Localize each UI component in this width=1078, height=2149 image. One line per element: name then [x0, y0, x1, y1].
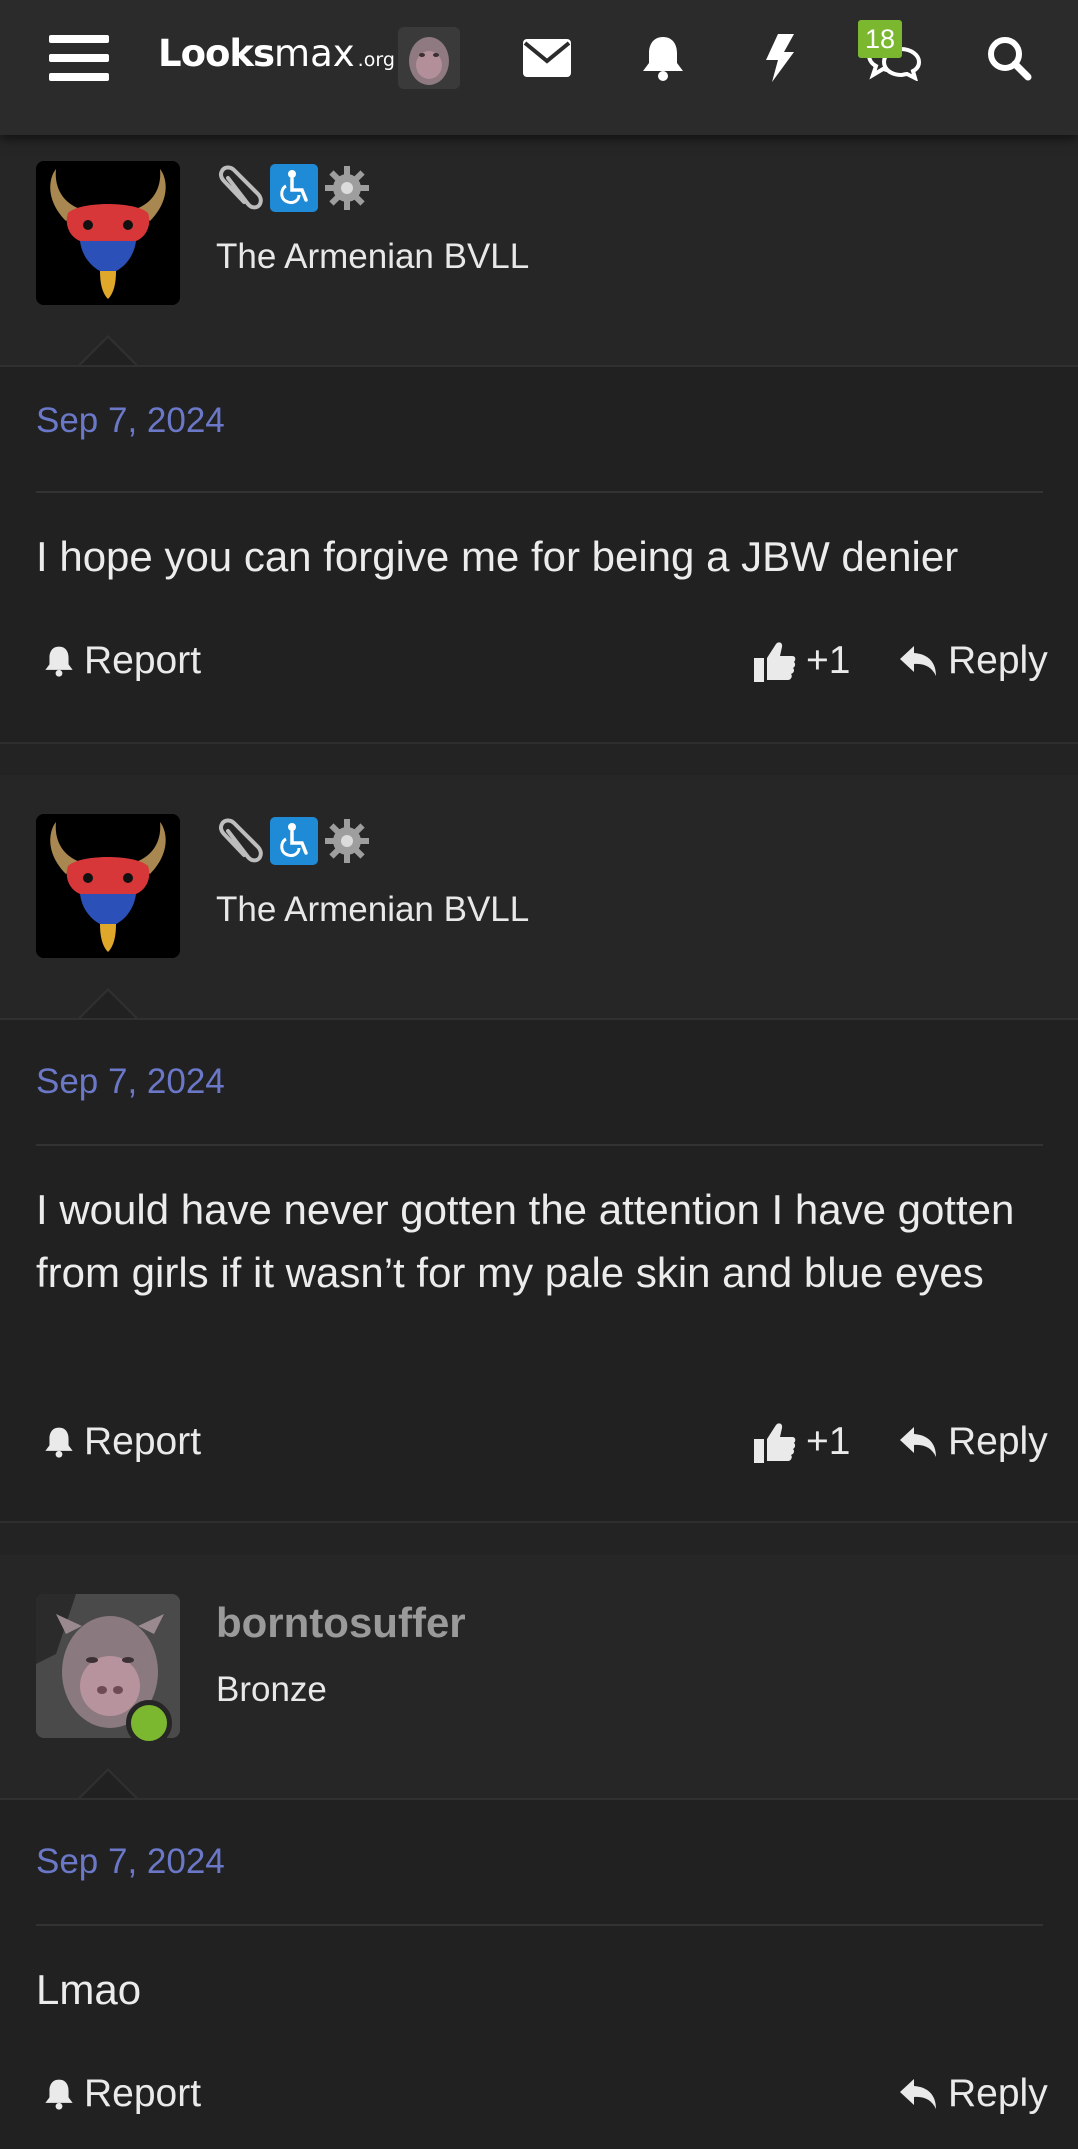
post-divider — [36, 1144, 1043, 1146]
report-label: Report — [84, 1420, 202, 1463]
thumbs-up-icon — [754, 642, 796, 682]
header-pointer — [78, 335, 138, 366]
report-button[interactable]: Report — [44, 1420, 201, 1464]
post-content: I hope you can forgive me for being a JB… — [36, 533, 959, 580]
bell-icon — [45, 1427, 73, 1458]
user-title: The Armenian BVLL — [216, 890, 530, 929]
current-user-avatar[interactable] — [398, 27, 460, 89]
search-icon[interactable] — [984, 0, 1034, 115]
gear-icon — [322, 163, 372, 213]
post-date[interactable]: Sep 7, 2024 — [36, 1842, 225, 1882]
post: The Armenian BVLL Sep 7, 2024 I would ha… — [0, 775, 1078, 1523]
logo-text-org: .org — [357, 49, 395, 71]
username[interactable]: borntosuffer — [216, 1599, 466, 1647]
user-title: The Armenian BVLL — [216, 237, 530, 276]
wheelchair-icon — [270, 164, 318, 212]
post: The Armenian BVLL Sep 7, 2024 I hope you… — [0, 135, 1078, 744]
post-body: Sep 7, 2024 I hope you can forgive me fo… — [0, 365, 1078, 744]
reply-label: Reply — [948, 639, 1048, 682]
post-separator — [0, 742, 1078, 744]
report-button[interactable]: Report — [44, 639, 201, 683]
post-author-header: The Armenian BVLL — [0, 135, 1078, 366]
post-author-header: The Armenian BVLL — [0, 775, 1078, 1019]
reply-label: Reply — [948, 1420, 1048, 1463]
reply-button[interactable]: Reply — [898, 639, 1048, 683]
paperclip-icon — [216, 163, 266, 213]
author-avatar[interactable] — [36, 814, 180, 958]
user-badges — [216, 816, 372, 866]
bell-icon — [45, 2079, 73, 2110]
post-divider — [36, 1924, 1043, 1926]
header-pointer — [78, 988, 138, 1019]
envelope-icon[interactable] — [520, 0, 574, 115]
user-title: Bronze — [216, 1670, 327, 1709]
paperclip-icon — [216, 816, 266, 866]
header-pointer — [78, 1768, 138, 1799]
post-body: Sep 7, 2024 I would have never gotten th… — [0, 1018, 1078, 1523]
site-logo[interactable]: Looks max .org — [158, 32, 395, 82]
report-label: Report — [84, 2072, 202, 2115]
post: borntosuffer Bronze Sep 7, 2024 Lmao Rep… — [0, 1555, 1078, 2149]
reply-icon — [900, 2079, 936, 2109]
like-count: +1 — [806, 639, 851, 682]
logo-text-looks: Looks — [158, 32, 275, 75]
thumbs-up-icon — [754, 1423, 796, 1463]
post-date[interactable]: Sep 7, 2024 — [36, 401, 225, 441]
wheelchair-icon — [270, 817, 318, 865]
bolt-icon[interactable] — [760, 0, 800, 115]
reply-label: Reply — [948, 2072, 1048, 2115]
post-content: I would have never gotten the attention … — [36, 1186, 1015, 1296]
reply-button[interactable]: Reply — [898, 2072, 1048, 2116]
author-avatar[interactable] — [36, 161, 180, 305]
reply-icon — [900, 646, 936, 676]
bell-icon[interactable] — [638, 0, 688, 115]
like-button[interactable]: +1 — [754, 639, 850, 683]
bell-icon — [45, 646, 73, 677]
user-badges — [216, 163, 372, 213]
post-body: Sep 7, 2024 Lmao Report Reply — [0, 1798, 1078, 2149]
online-status-indicator — [126, 1700, 172, 1746]
post-separator — [0, 1521, 1078, 1523]
menu-icon[interactable] — [44, 0, 114, 115]
post-content: Lmao — [36, 1966, 142, 2013]
unread-count-badge: 18 — [858, 20, 902, 58]
reply-icon — [900, 1427, 936, 1457]
post-divider — [36, 491, 1043, 493]
reply-button[interactable]: Reply — [898, 1420, 1048, 1464]
post-date[interactable]: Sep 7, 2024 — [36, 1062, 225, 1102]
post-author-header: borntosuffer Bronze — [0, 1555, 1078, 1799]
logo-text-max: max — [274, 32, 355, 75]
gear-icon — [322, 816, 372, 866]
like-button[interactable]: +1 — [754, 1420, 850, 1464]
report-button[interactable]: Report — [44, 2072, 201, 2116]
top-nav-bar: Looks max .org 18 — [0, 0, 1078, 135]
like-count: +1 — [806, 1420, 851, 1463]
report-label: Report — [84, 639, 202, 682]
